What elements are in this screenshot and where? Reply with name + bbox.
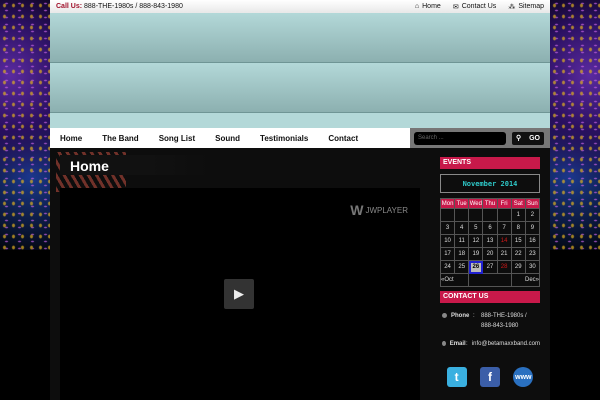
video-player[interactable]: W JWPLAYER ▶ bbox=[60, 188, 420, 400]
weekday-header: Sat bbox=[510, 198, 526, 209]
weekday-header: Mon bbox=[439, 198, 456, 209]
background-right bbox=[550, 0, 600, 250]
calendar-day[interactable]: 6 bbox=[482, 221, 498, 235]
nav-sound[interactable]: Sound bbox=[215, 134, 240, 143]
phone-number: 888-THE-1980s / 888-843-1980 bbox=[84, 3, 183, 10]
top-link-contact[interactable]: ✉ Contact Us bbox=[453, 3, 497, 11]
calendar-day[interactable]: 9 bbox=[524, 221, 541, 235]
bullet-icon bbox=[442, 313, 447, 318]
nav-the-band[interactable]: The Band bbox=[102, 134, 138, 143]
search-area: Search ... ⚲ GO bbox=[410, 128, 550, 148]
calendar-week: 3456789 bbox=[439, 221, 541, 235]
calendar-day[interactable]: 20 bbox=[482, 247, 498, 261]
call-label: Call Us: bbox=[56, 3, 83, 10]
calendar: Mon Tue Wed Thu Fri Sat Sun 1 2 3 4 5 6 7 8 9 10 11 12 13 1… bbox=[439, 198, 541, 287]
calendar-day[interactable]: 11 bbox=[454, 234, 470, 248]
facebook-icon[interactable]: f bbox=[479, 367, 500, 387]
calendar-week: 17 18 19 20 21 22 23 bbox=[439, 247, 541, 261]
contact-heading: CONTACT US bbox=[440, 291, 540, 303]
main-nav: Home The Band Song List Sound Testimonia… bbox=[50, 128, 550, 148]
contact-phone: Phone:888-THE-1980s / 888-843-1980 bbox=[440, 311, 540, 331]
sidebar: EVENTS November 2014 Mon Tue Wed Thu Fri Sat S… bbox=[439, 157, 541, 387]
calendar-day[interactable]: 24 bbox=[439, 260, 456, 274]
bullet-icon bbox=[442, 341, 446, 346]
calendar-day[interactable]: 8 bbox=[510, 221, 526, 235]
nav-song-list[interactable]: Song List bbox=[159, 134, 195, 143]
next-month-link[interactable]: Dec» bbox=[510, 273, 541, 287]
calendar-day[interactable]: 17 bbox=[439, 247, 456, 261]
calendar-day[interactable]: 30 bbox=[524, 260, 541, 274]
calendar-day[interactable]: 7 bbox=[496, 221, 512, 235]
calendar-day[interactable]: 4 bbox=[454, 221, 470, 235]
calendar-empty bbox=[482, 208, 498, 222]
nav-home[interactable]: Home bbox=[60, 134, 82, 143]
nav-testimonials[interactable]: Testimonials bbox=[260, 134, 308, 143]
top-bar: Call Us: 888-THE-1980s / 888-843-1980 ⌂ H… bbox=[50, 0, 550, 13]
prev-month-link[interactable]: «Oct bbox=[439, 273, 470, 287]
calendar-day[interactable]: 1 bbox=[510, 208, 526, 222]
weekday-header: Wed bbox=[468, 198, 484, 209]
email-link[interactable]: info@betamaxxband.com bbox=[472, 339, 540, 349]
calendar-day[interactable]: 18 bbox=[454, 247, 470, 261]
social-links: t f www bbox=[440, 367, 540, 387]
calendar-day[interactable]: 12 bbox=[468, 234, 484, 248]
calendar-day[interactable]: 3 bbox=[439, 221, 456, 235]
weekday-header: Fri bbox=[496, 198, 512, 209]
home-icon: ⌂ bbox=[414, 3, 420, 10]
calendar-day[interactable]: 2 bbox=[524, 208, 541, 222]
calendar-day[interactable]: 27 bbox=[482, 260, 498, 274]
calendar-empty bbox=[439, 208, 456, 222]
calendar-day[interactable]: 19 bbox=[468, 247, 484, 261]
www-icon[interactable]: www bbox=[513, 367, 534, 387]
calendar-day[interactable]: 28 bbox=[496, 260, 512, 274]
contact-icon: ✉ bbox=[452, 3, 459, 11]
calendar-day[interactable]: 13 bbox=[482, 234, 498, 248]
events-heading: EVENTS bbox=[440, 157, 540, 169]
play-icon: ▶ bbox=[234, 286, 244, 301]
calendar-empty bbox=[468, 208, 484, 222]
header-banner bbox=[50, 13, 550, 128]
sitemap-icon: ⁂ bbox=[508, 3, 516, 11]
nav-contact[interactable]: Contact bbox=[328, 134, 358, 143]
twitter-icon[interactable]: t bbox=[446, 367, 467, 387]
calendar-empty bbox=[454, 208, 470, 222]
page-container: Call Us: 888-THE-1980s / 888-843-1980 ⌂ H… bbox=[50, 0, 550, 400]
calendar-week: 12 bbox=[439, 208, 541, 222]
calendar-day[interactable]: 16 bbox=[524, 234, 541, 248]
calendar-day[interactable]: 21 bbox=[496, 247, 512, 261]
contact-email: Email: info@betamaxxband.com bbox=[440, 339, 540, 349]
weekday-header: Sun bbox=[524, 198, 541, 209]
calendar-day[interactable]: 14 bbox=[496, 234, 512, 248]
calendar-day[interactable]: 23 bbox=[524, 247, 541, 261]
calendar-empty bbox=[496, 208, 512, 222]
top-link-home[interactable]: ⌂ Home bbox=[415, 3, 441, 11]
top-link-sitemap[interactable]: ⁂ Sitemap bbox=[508, 3, 544, 11]
calendar-day[interactable]: 22 bbox=[510, 247, 526, 261]
calendar-day[interactable]: 25 bbox=[454, 260, 470, 274]
calendar-month: November 2014 bbox=[440, 174, 540, 193]
search-input[interactable]: Search ... bbox=[414, 131, 506, 145]
go-button[interactable]: ⚲ GO bbox=[512, 131, 544, 145]
page-title: Home bbox=[60, 155, 210, 175]
calendar-day[interactable]: 29 bbox=[510, 260, 526, 274]
calendar-day[interactable]: 10 bbox=[439, 234, 456, 248]
calendar-week: 24 25 26 27 28 29 30 bbox=[439, 260, 541, 274]
play-button[interactable]: ▶ bbox=[224, 279, 254, 309]
calendar-day[interactable]: 5 bbox=[468, 221, 484, 235]
background-left bbox=[0, 0, 50, 250]
weekday-header: Thu bbox=[482, 198, 498, 209]
weekday-header: Tue bbox=[454, 198, 470, 209]
calendar-day[interactable]: 26 bbox=[468, 260, 484, 274]
calendar-week: 10 11 12 13 14 15 16 bbox=[439, 234, 541, 248]
calendar-day[interactable]: 15 bbox=[510, 234, 526, 248]
jwplayer-logo: W JWPLAYER bbox=[350, 202, 408, 218]
search-icon: ⚲ bbox=[515, 135, 522, 142]
